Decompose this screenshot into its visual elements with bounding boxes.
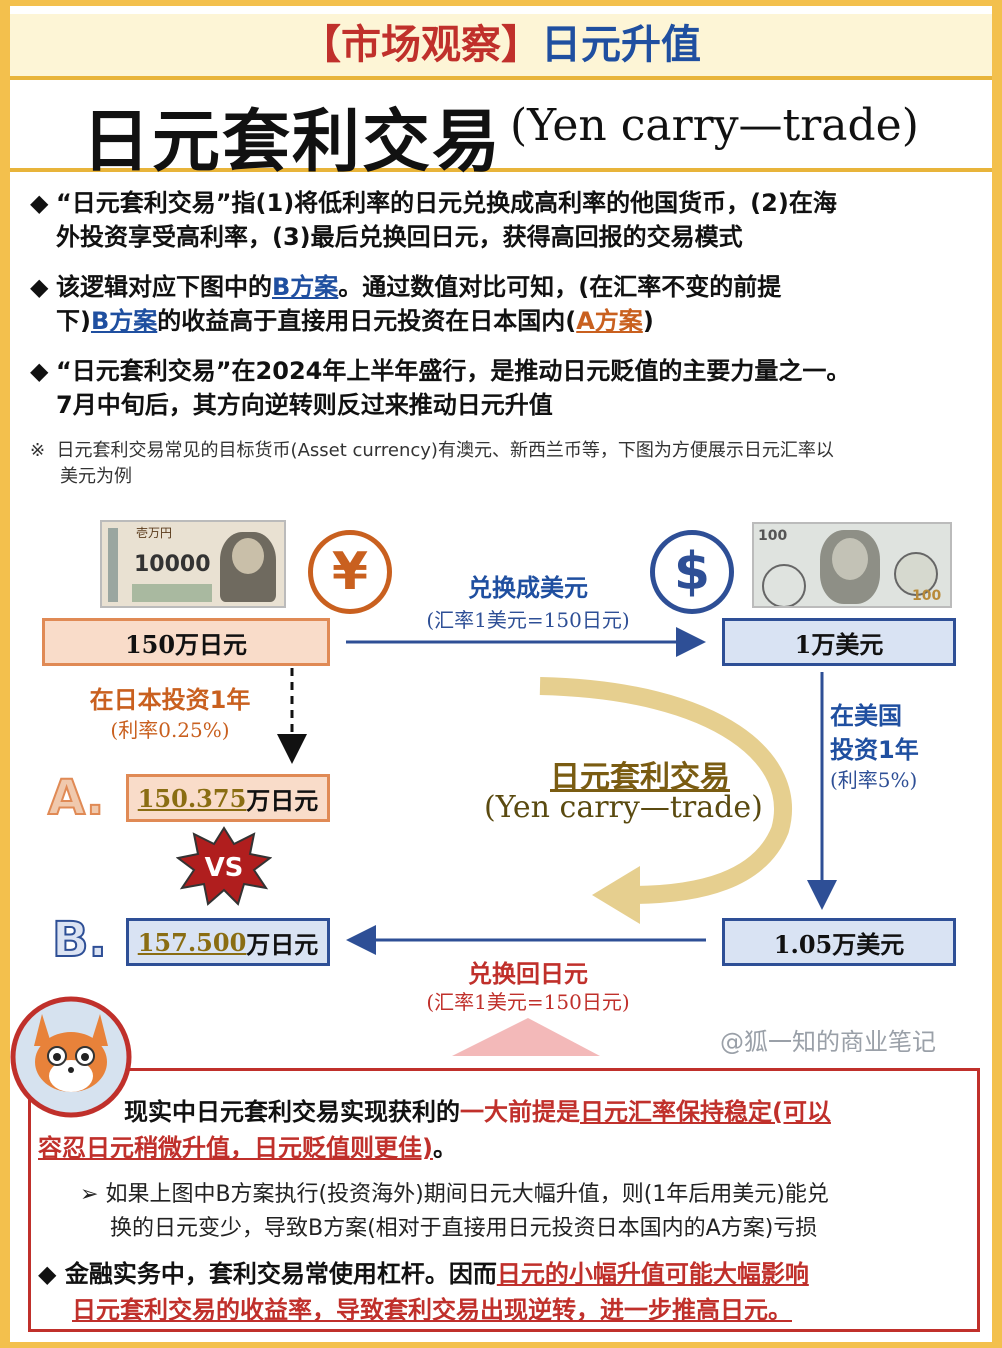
takeaway-point-3: ◆ 金融实务中，套利交易常使用杠杆。因而日元的小幅升值可能大幅影响 日元套利交易… (38, 1260, 809, 1324)
arrow-bullet-icon: ➢ (80, 1182, 99, 1207)
watermark: @狐一知的商业笔记 (720, 1028, 936, 1056)
takeaway-point-1: 现实中日元套利交易实现获利的一大前提是日元汇率保持稳定(可以 容忍日元稍微升值，… (38, 1098, 831, 1162)
takeaway-point-2: ➢ 如果上图中B方案执行(投资海外)期间日元大幅升值，则(1年后用美元)能兑 换… (80, 1182, 829, 1241)
diamond-icon: ◆ (38, 1260, 57, 1288)
center-subtitle: (Yen carry—trade) (484, 790, 763, 825)
